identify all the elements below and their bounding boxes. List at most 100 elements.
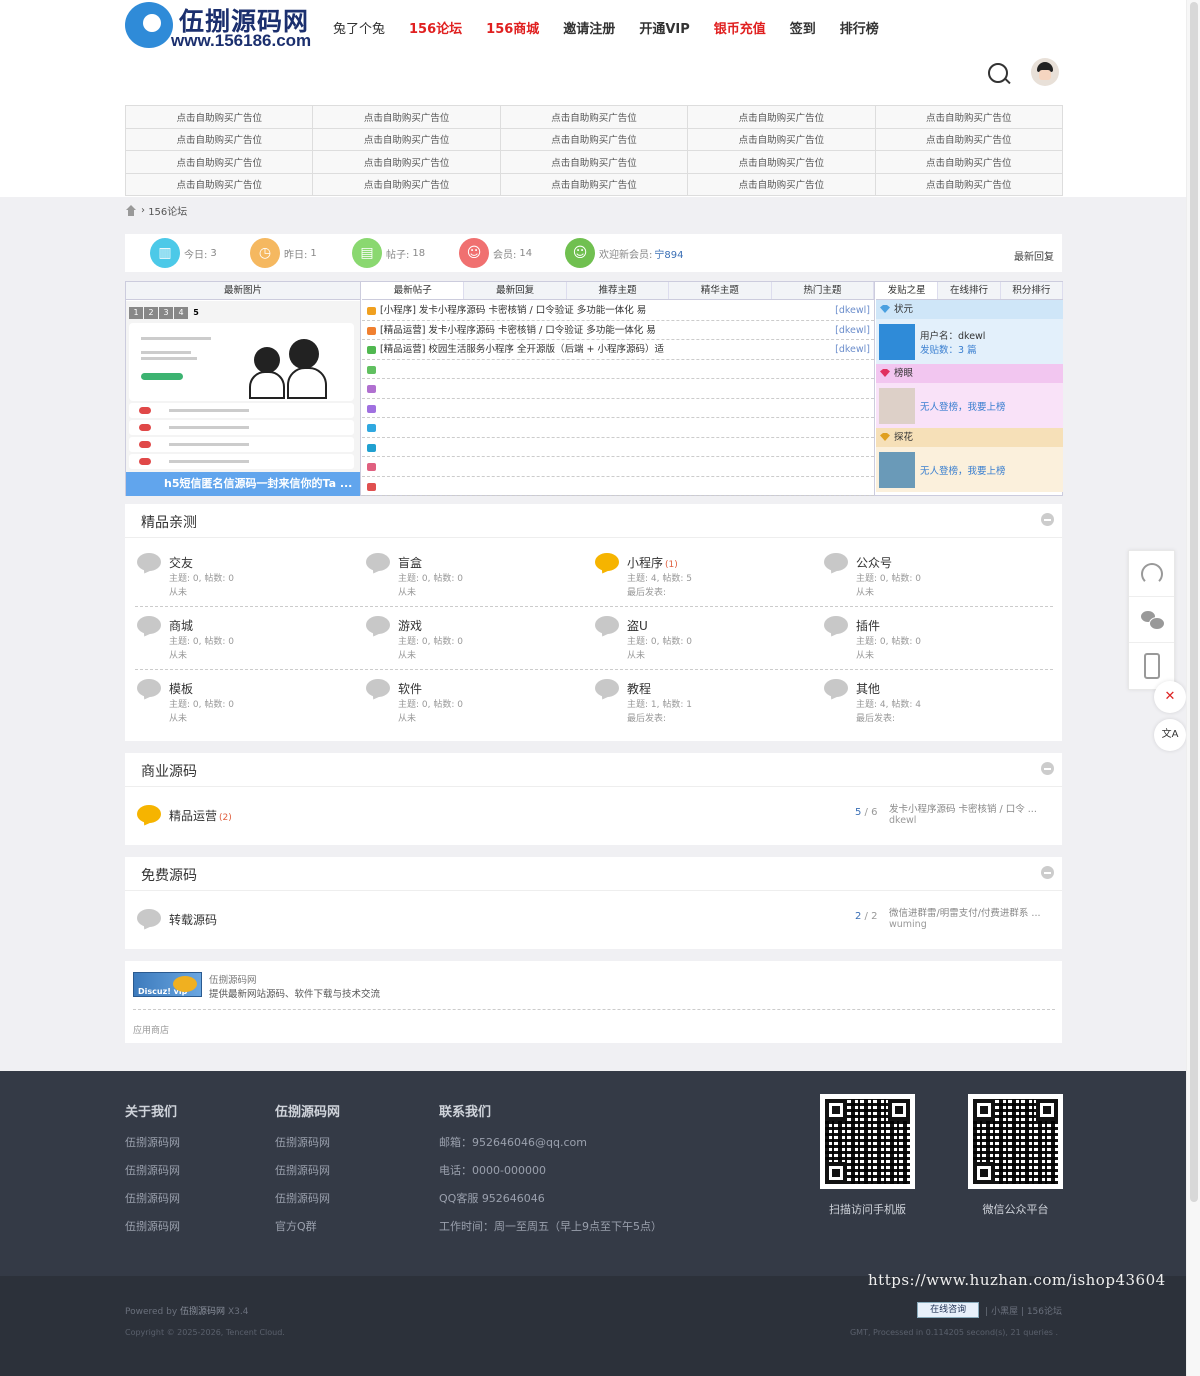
last-thread-author[interactable]: wuming [889,919,927,930]
slider-tab[interactable]: 5 [189,307,203,319]
rank-empty-link[interactable]: 无人登榜，我要上榜 [920,463,1006,477]
footer-link[interactable]: 官方Q群 [275,1218,340,1246]
forum-name[interactable]: 精品运营 (2) [169,807,232,824]
last-thread-title[interactable]: 微信进群雷/明雷支付/付费进群系 ... [889,905,1049,919]
collapse-icon[interactable] [1041,762,1054,775]
forum-cell[interactable]: 公众号 主题: 0, 帖数: 0 从未 [824,551,1053,607]
search-icon[interactable] [988,63,1008,83]
forum-name[interactable]: 商城 [169,617,195,634]
powered-link[interactable]: 伍捌源码网 [180,1307,225,1317]
nav-item[interactable]: 兔了个兔 [333,18,385,37]
forum-cell[interactable]: 教程 主题: 1, 帖数: 1 最后发表: [595,677,824,733]
forum-cell[interactable]: 插件 主题: 0, 帖数: 0 从未 [824,614,1053,670]
ad-slot[interactable]: 点击自助购买广告位 [124,105,314,129]
nav-item[interactable]: 开通VIP [639,18,689,37]
thread-title[interactable]: [精品运营] 发卡小程序源码 卡密核销 / 口令验证 多功能一体化 易 [380,325,656,336]
nav-item[interactable]: 156商城 [486,18,539,37]
forum-cell[interactable]: 其他 主题: 4, 帖数: 4 最后发表: [824,677,1053,733]
slider-tab[interactable]: 3 [159,307,173,319]
translate-button[interactable]: 文A [1154,719,1186,751]
rank-empty-link[interactable]: 无人登榜，我要上榜 [920,399,1006,413]
forum-name[interactable]: 盲盒 [398,554,424,571]
footer-link[interactable]: 工作时间：周一至周五（早上9点至下午5点） [439,1218,662,1246]
rank-avatar[interactable] [879,324,915,360]
forum-name[interactable]: 盗U [627,617,650,634]
footer-link[interactable]: 伍捌源码网 [125,1190,180,1218]
app-store-link[interactable]: 应用商店 [133,1023,169,1036]
latest-reply-link[interactable]: 最新回复 [1014,248,1054,263]
forum-cell[interactable]: 盲盒 主题: 0, 帖数: 0 从未 [366,551,595,607]
forum-name[interactable]: 软件 [398,680,424,697]
thread-author[interactable]: [dkewl] [835,321,870,340]
scrollbar[interactable] [1186,0,1200,1376]
thread-title[interactable]: [小程序] 发卡小程序源码 卡密核销 / 口令验证 多功能一体化 易 [380,305,646,316]
home-icon[interactable] [125,205,137,216]
ad-slot[interactable]: 点击自助购买广告位 [312,150,501,174]
forum-cell[interactable]: 小程序 (1) 主题: 4, 帖数: 5 最后发表: [595,551,824,607]
nav-item[interactable]: 银币充值 [714,18,766,37]
ranking-tab[interactable]: 在线排行 [938,282,1001,299]
discuz-logo[interactable]: Discuz! vip [133,972,202,997]
forum-name[interactable]: 公众号 [856,554,894,571]
nav-item[interactable]: 邀请注册 [563,18,615,37]
nav-item[interactable]: 签到 [790,18,816,37]
friend-name[interactable]: 伍捌源码网 [209,972,257,986]
ad-slot[interactable]: 点击自助购买广告位 [499,127,689,151]
footer-link[interactable]: 伍捌源码网 [275,1134,340,1162]
rank-avatar[interactable] [879,388,915,424]
ad-slot[interactable]: 点击自助购买广告位 [124,127,314,151]
thread-row[interactable]: [小程序] 发卡小程序源码 卡密核销 / 口令验证 多功能一体化 易 [dkewl… [362,301,874,321]
thread-row[interactable] [362,360,874,379]
forum-name[interactable]: 其他 [856,680,882,697]
forum-cell[interactable]: 软件 主题: 0, 帖数: 0 从未 [366,677,595,733]
footer-link[interactable]: 伍捌源码网 [125,1162,180,1190]
slide-caption[interactable]: h5短信匿名信源码一封来信你的Ta ... [126,472,360,496]
rank-avatar[interactable] [879,452,915,488]
ad-slot[interactable]: 点击自助购买广告位 [499,105,689,129]
bottom-nav-links[interactable]: | 小黑屋 | 156论坛 [985,1304,1062,1317]
nav-item[interactable]: 156论坛 [409,18,462,37]
ad-slot[interactable]: 点击自助购买广告位 [124,172,314,196]
forum-name[interactable]: 小程序 (1) [627,554,678,571]
thread-title[interactable]: [精品运营] 校园生活服务小程序 全开源版（后端 + 小程序源码）适 [380,344,664,355]
forum-name[interactable]: 游戏 [398,617,424,634]
footer-link[interactable]: 伍捌源码网 [275,1162,340,1190]
forum-cell[interactable]: 盗U 主题: 0, 帖数: 0 从未 [595,614,824,670]
ad-slot[interactable]: 点击自助购买广告位 [312,127,501,151]
thread-tab[interactable]: 推荐主题 [567,282,670,299]
thread-tab[interactable]: 最新回复 [464,282,567,299]
user-avatar[interactable] [1031,58,1059,86]
forum-name[interactable]: 模板 [169,680,195,697]
ad-slot[interactable]: 点击自助购买广告位 [874,105,1064,129]
thread-row[interactable] [362,457,874,477]
forum-name[interactable]: 插件 [856,617,882,634]
ranking-tab[interactable]: 发贴之星 [876,282,939,299]
slider-tab[interactable]: 1 [129,307,143,319]
forum-name[interactable]: 交友 [169,554,195,571]
footer-link[interactable]: 伍捌源码网 [125,1134,180,1162]
ad-slot[interactable]: 点击自助购买广告位 [687,127,876,151]
last-thread-author[interactable]: dkewl [889,815,916,826]
ad-slot[interactable]: 点击自助购买广告位 [124,150,314,174]
ad-slot[interactable]: 点击自助购买广告位 [687,172,876,196]
forum-cell[interactable]: 游戏 主题: 0, 帖数: 0 从未 [366,614,595,670]
ad-slot[interactable]: 点击自助购买广告位 [499,150,689,174]
footer-link[interactable]: 伍捌源码网 [125,1218,180,1246]
customer-service-button[interactable] [1129,551,1174,597]
ad-slot[interactable]: 点击自助购买广告位 [687,150,876,174]
collapse-icon[interactable] [1041,513,1054,526]
ad-slot[interactable]: 点击自助购买广告位 [687,105,876,129]
wechat-button[interactable] [1129,597,1174,643]
slider-tab[interactable]: 2 [144,307,158,319]
forum-row[interactable]: 转载源码 2 / 2 微信进群雷/明雷支付/付费进群系 ... wuming [125,901,1062,951]
nav-item[interactable]: 排行榜 [840,18,879,37]
newest-member-link[interactable]: 宁894 [654,246,683,261]
footer-link[interactable]: 伍捌源码网 [275,1190,340,1218]
footer-link[interactable]: 邮箱：952646046@qq.com [439,1134,662,1162]
thread-row[interactable] [362,438,874,457]
thread-row[interactable] [362,477,874,496]
slider-tab[interactable]: 4 [174,307,188,319]
forum-row[interactable]: 精品运营 (2) 5 / 6 发卡小程序源码 卡密核销 / 口令 ... dkew… [125,797,1062,847]
side-extension-button[interactable]: ✕ [1154,681,1186,713]
site-logo[interactable]: 伍捌源码网 www.156186.com [125,0,325,52]
